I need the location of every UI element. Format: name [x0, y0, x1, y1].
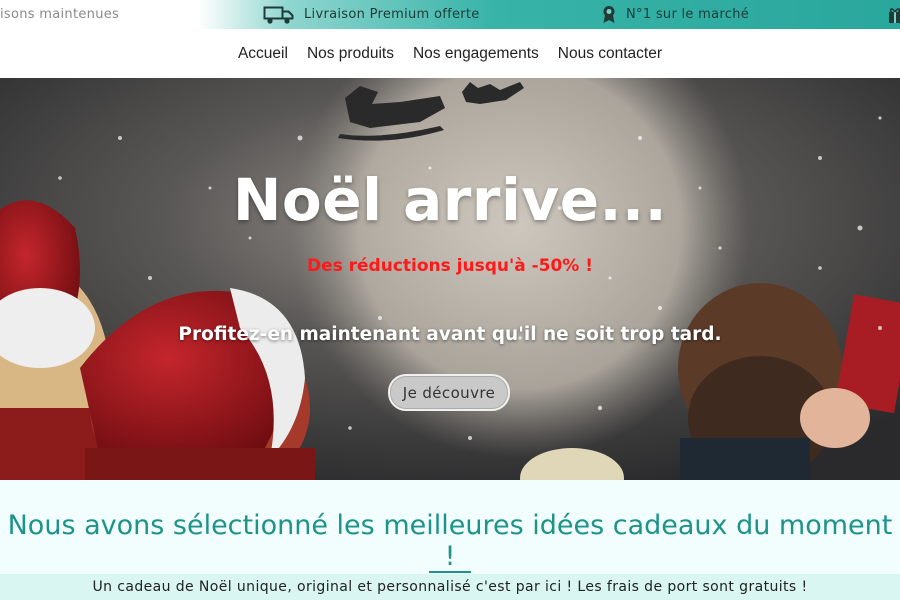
ticker-item-partial: isons maintenues — [0, 7, 120, 22]
tagline-bar: Un cadeau de Noël unique, original et pe… — [0, 574, 900, 600]
award-ribbon-icon — [602, 5, 616, 24]
ticker-item-gift — [888, 0, 900, 29]
hero-banner: Noël arrive... Des réductions jusqu'à -5… — [0, 78, 900, 480]
ticker-item-delivery: Livraison Premium offerte — [263, 0, 480, 29]
hero-title: Noël arrive... — [232, 166, 668, 234]
nav-link-nos-engagements[interactable]: Nos engagements — [413, 45, 539, 63]
hero-subtitle: Profitez-en maintenant avant qu'il ne so… — [178, 324, 722, 345]
main-navigation: Accueil Nos produits Nos engagements Nou… — [0, 29, 900, 78]
nav-link-accueil[interactable]: Accueil — [238, 45, 288, 63]
discover-button[interactable]: Je découvre — [388, 374, 510, 411]
promo-ticker-bar: isons maintenues Livraison Premium offer… — [0, 0, 900, 29]
nav-link-nos-produits[interactable]: Nos produits — [307, 45, 394, 63]
gift-icon — [888, 6, 900, 24]
tagline-text: Un cadeau de Noël unique, original et pe… — [92, 579, 808, 595]
truck-icon — [263, 5, 294, 25]
ticker-item-rank: N°1 sur le marché — [602, 0, 749, 29]
hero-promo-text: Des réductions jusqu'à -50% ! — [306, 256, 594, 276]
selection-heading: Nous avons sélectionné les meilleures id… — [7, 510, 893, 572]
nav-link-nous-contacter[interactable]: Nous contacter — [558, 45, 662, 63]
hero-background-image — [0, 78, 900, 480]
section-divider — [429, 571, 471, 573]
